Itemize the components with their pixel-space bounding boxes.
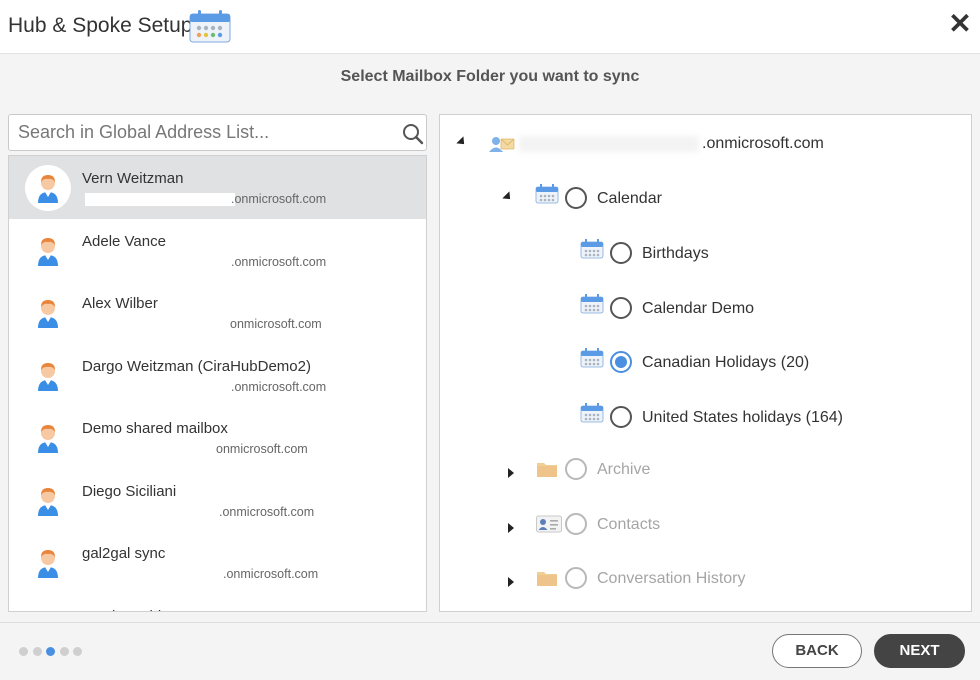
folder-radio[interactable] [565,512,587,535]
step-indicator-dot [59,647,69,656]
contact-email: .onmicrosoft.com [231,379,327,394]
contact-email: .onmicrosoft.com [219,504,315,519]
contact-row[interactable]: Alex Wilber onmicrosoft.com [9,281,426,344]
calendar-icon [580,239,604,264]
step-indicator-dot [73,647,82,656]
folder-label: Birthdays [642,245,709,262]
folder-radio[interactable] [610,405,632,428]
calendar-icon [580,348,604,373]
contact-email: onmicrosoft.com [230,317,322,331]
collapse-toggle-calendar[interactable] [502,191,514,203]
folder-label: Archive [597,461,651,478]
contact-row[interactable]: Vern Weitzman .onmicrosoft.com [9,156,426,219]
folder-radio[interactable] [610,351,632,373]
search-icon[interactable] [402,123,424,145]
expand-toggle[interactable] [508,577,514,587]
contact-name: Gerda Archie [82,608,170,612]
step-indicator-dot [46,647,55,656]
avatar [25,415,71,461]
expand-toggle[interactable] [508,522,514,533]
folder-label: Canadian Holidays (20) [642,354,810,371]
page-subtitle: Select Mailbox Folder you want to sync [340,68,640,85]
redacted-email [85,193,235,206]
avatar [25,165,71,211]
contact-email: .onmicrosoft.com [231,192,327,206]
calendar-radio[interactable] [565,187,587,209]
avatar [25,353,71,399]
close-button[interactable]: ✕ [946,10,974,40]
contact-row[interactable]: Gerda Archie [9,594,426,612]
dialog-title: Hub & Spoke Setup [8,14,193,37]
mailbox-user-icon [489,137,515,152]
person-icon [37,423,59,458]
contact-list: Vern Weitzman .onmicrosoft.com Adele Vance… [8,155,427,612]
calendar-icon [535,184,559,204]
person-icon [37,173,59,208]
person-icon [37,548,59,583]
contact-row[interactable]: Diego Siciliani .onmicrosoft.com [9,469,426,532]
folder-radio[interactable] [565,458,587,480]
person-icon [37,486,59,521]
contact-email: .onmicrosoft.com [231,254,327,269]
contact-email: .onmicrosoft.com [223,567,319,581]
avatar [25,228,71,274]
collapse-toggle-root[interactable] [456,136,468,148]
folder-label: United States holidays (164) [642,408,843,426]
contact-name: gal2gal sync [82,545,166,562]
person-icon [37,298,59,333]
folder-tree: .onmicrosoft.com Calendar Birthdays Calen… [439,114,972,612]
folder-icon [536,460,558,483]
avatar [25,603,71,612]
contact-card-icon [536,515,562,538]
expand-toggle[interactable] [508,468,514,478]
avatar [25,290,71,336]
contact-name: Adele Vance [82,232,166,250]
next-button[interactable]: NEXT [874,634,965,668]
folder-label: Contacts [597,515,661,533]
step-indicator-dot [19,647,28,656]
calendar-icon [580,402,604,428]
contact-row[interactable]: Dargo Weitzman (CiraHubDemo2) .onmicrosof… [9,344,426,407]
contact-name: Alex Wilber [82,295,158,312]
person-icon [37,236,59,271]
avatar [25,540,71,586]
contact-name: Diego Siciliani [82,482,177,500]
contact-row[interactable]: gal2gal sync .onmicrosoft.com [9,531,426,594]
folder-radio[interactable] [565,567,587,589]
back-button[interactable]: BACK [772,634,862,668]
avatar [25,478,71,524]
folder-label: Calendar Demo [642,299,755,317]
folder-icon [536,569,558,592]
calendar-icon [580,293,604,319]
contact-name: Vern Weitzman [82,170,184,187]
contact-email: onmicrosoft.com [216,442,308,456]
calendar-label: Calendar [597,190,662,207]
dialog-header: Hub & Spoke Setup ✕ [0,0,980,54]
calendar-icon [189,10,231,43]
folder-radio[interactable] [610,242,632,264]
folder-radio[interactable] [610,296,632,319]
dialog-footer: BACK NEXT [0,622,980,680]
contact-name: Demo shared mailbox [82,420,228,437]
contact-row[interactable]: Demo shared mailbox onmicrosoft.com [9,406,426,469]
search-box [8,114,427,151]
person-icon [37,361,59,396]
person-icon [37,611,59,612]
dialog-body: Select Mailbox Folder you want to sync V… [0,54,980,622]
step-indicator-dot [32,647,42,656]
redacted-mailbox [519,136,699,152]
close-icon: ✕ [948,8,972,39]
search-input[interactable] [9,115,389,150]
mailbox-root-label: .onmicrosoft.com [702,135,824,152]
contact-row[interactable]: Adele Vance .onmicrosoft.com [9,219,426,282]
folder-label: Conversation History [597,570,746,587]
contact-name: Dargo Weitzman (CiraHubDemo2) [82,357,311,375]
